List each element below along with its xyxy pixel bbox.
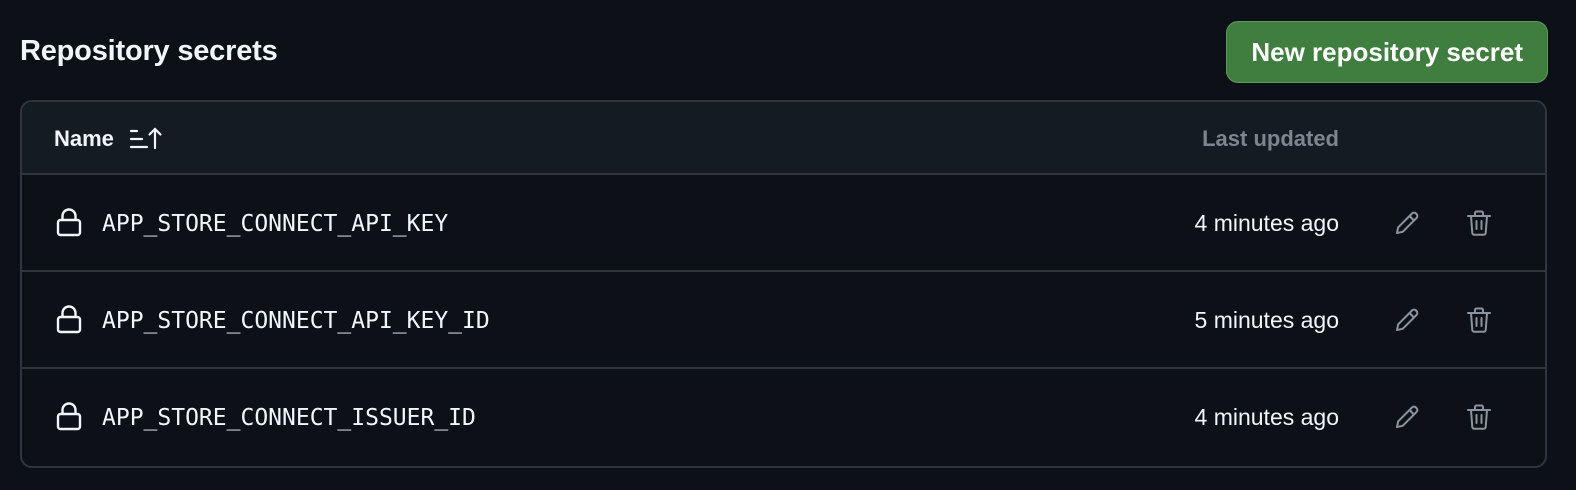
secret-name: APP_STORE_CONNECT_ISSUER_ID (102, 404, 476, 431)
secrets-table: Name Last updated APP_STORE_CONNECT_API_… (20, 100, 1547, 468)
secret-last-updated: 5 minutes ago (1194, 307, 1339, 333)
new-repository-secret-button[interactable]: New repository secret (1226, 21, 1548, 83)
table-row: APP_STORE_CONNECT_API_KEY_ID 5 minutes a… (22, 272, 1545, 369)
delete-secret-button[interactable] (1461, 205, 1497, 241)
trash-icon (1467, 307, 1491, 333)
table-row: APP_STORE_CONNECT_API_KEY 4 minutes ago (22, 175, 1545, 272)
page-title: Repository secrets (20, 34, 278, 67)
edit-secret-button[interactable] (1389, 399, 1425, 435)
column-header-name[interactable]: Name (54, 102, 164, 175)
table-header: Name Last updated (22, 102, 1545, 175)
secret-last-updated: 4 minutes ago (1194, 404, 1339, 430)
secrets-page: Repository secrets New repository secret… (0, 0, 1576, 490)
lock-icon (56, 304, 82, 334)
secret-name: APP_STORE_CONNECT_API_KEY (102, 210, 449, 237)
pencil-icon (1396, 211, 1419, 234)
sort-ascending-icon[interactable] (128, 126, 164, 152)
pencil-icon (1396, 405, 1419, 428)
lock-icon (56, 207, 82, 237)
column-header-last-updated: Last updated (1202, 125, 1339, 151)
trash-icon (1467, 210, 1491, 236)
column-header-name-label: Name (54, 125, 114, 151)
delete-secret-button[interactable] (1461, 399, 1497, 435)
secret-name: APP_STORE_CONNECT_API_KEY_ID (102, 307, 490, 334)
edit-secret-button[interactable] (1389, 302, 1425, 338)
edit-secret-button[interactable] (1389, 205, 1425, 241)
secret-last-updated: 4 minutes ago (1194, 210, 1339, 236)
lock-icon (56, 401, 82, 431)
delete-secret-button[interactable] (1461, 302, 1497, 338)
trash-icon (1467, 404, 1491, 430)
table-row: APP_STORE_CONNECT_ISSUER_ID 4 minutes ag… (22, 369, 1545, 466)
pencil-icon (1396, 308, 1419, 331)
secrets-header: Repository secrets New repository secret (20, 20, 1548, 84)
